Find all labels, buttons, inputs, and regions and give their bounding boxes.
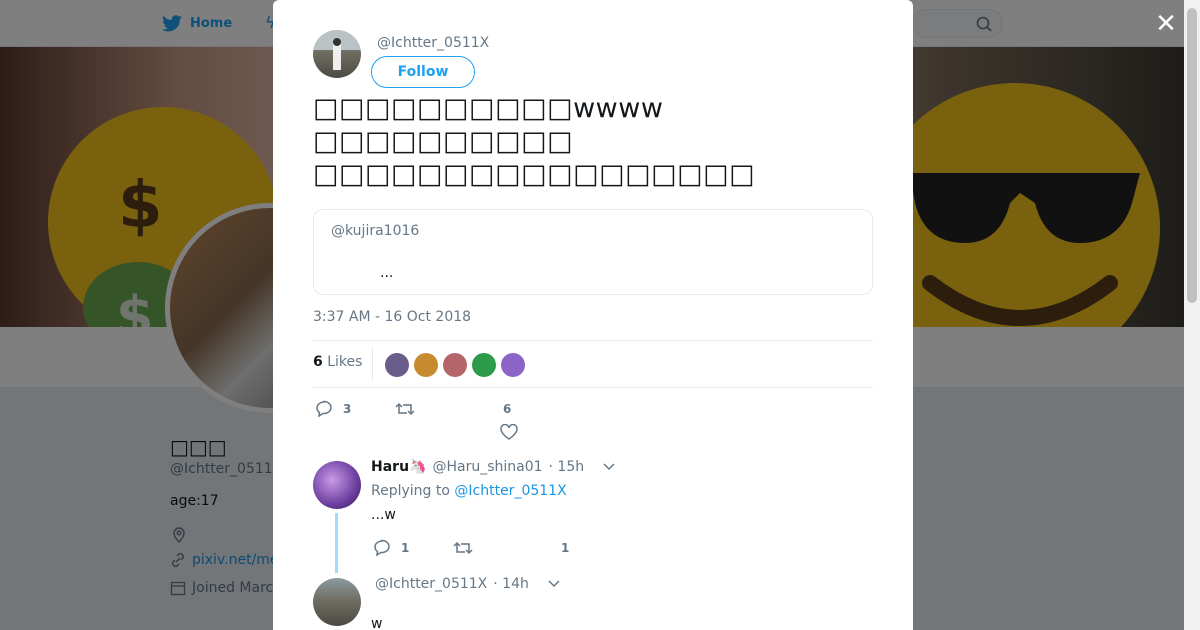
tweet-text-line: □□□□□□□□□□wwww	[313, 93, 664, 124]
reply-author-handle[interactable]: @Haru_shina01	[432, 459, 542, 475]
liker-avatar[interactable]	[472, 353, 496, 377]
reply-time[interactable]: · 14h	[493, 576, 529, 592]
reply-icon	[316, 400, 332, 418]
tweet-modal: @Ichtter_0511X Follow □□□□□□□□□□wwww □□□…	[273, 0, 913, 630]
reply-text: w	[371, 616, 383, 630]
likes-row: 6 Likes	[313, 340, 873, 388]
follow-button[interactable]: Follow	[371, 56, 475, 88]
replying-to-link[interactable]: @Ichtter_0511X	[454, 483, 566, 499]
thread-line	[335, 513, 338, 573]
page-scrollbar[interactable]	[1184, 0, 1200, 630]
tweet-actions: 3 6	[313, 398, 613, 446]
tweet-timestamp[interactable]: 3:37 AM - 16 Oct 2018	[313, 309, 471, 325]
reply-author-handle[interactable]: @Ichtter_0511X	[375, 576, 487, 592]
tweet-text-line: □□□□□□□□□□	[313, 126, 574, 157]
chevron-down-icon[interactable]	[547, 579, 561, 589]
reply-tweet[interactable]: @Ichtter_0511X · 14h w	[313, 576, 873, 630]
chevron-down-icon[interactable]	[602, 462, 616, 472]
retweet-icon	[395, 402, 415, 416]
quoted-tweet[interactable]: @kujira1016 ...	[313, 209, 873, 295]
replying-prefix: Replying to	[371, 483, 450, 499]
reply-author-avatar[interactable]	[313, 461, 361, 509]
tweet-text: □□□□□□□□□□wwww □□□□□□□□□□ □□□□□□□□□□□□□□…	[313, 92, 755, 191]
liker-avatar[interactable]	[385, 353, 409, 377]
liker-avatar[interactable]	[501, 353, 525, 377]
liker-avatars	[385, 353, 530, 377]
reply-tweet[interactable]: Haru🦄 @Haru_shina01 · 15h Replying to @I…	[313, 459, 873, 573]
scrollbar-thumb[interactable]	[1187, 8, 1197, 303]
likes-count[interactable]: 6 Likes	[313, 354, 362, 370]
retweet-icon	[453, 541, 473, 555]
tweet-text-line: □□□□□□□□□□□□□□□□□	[313, 159, 756, 190]
tweet-author-handle[interactable]: @Ichtter_0511X	[377, 35, 489, 51]
likes-number: 6	[313, 354, 323, 370]
reply-count: 3	[343, 402, 352, 416]
reply-reply-button[interactable]: 1	[373, 539, 409, 557]
reply-header: @Ichtter_0511X · 14h	[375, 576, 561, 592]
reply-author-name[interactable]: Haru🦄	[371, 459, 426, 475]
reply-header: Haru🦄 @Haru_shina01 · 15h	[371, 459, 616, 475]
close-icon[interactable]: ✕	[1154, 11, 1178, 37]
reply-reply-count: 1	[401, 541, 410, 555]
quoted-tweet-text: ...	[380, 265, 394, 281]
reply-time[interactable]: · 15h	[549, 459, 585, 475]
quoted-tweet-handle: @kujira1016	[331, 223, 420, 239]
retweet-button[interactable]	[395, 400, 415, 418]
reply-text: ...w	[371, 507, 396, 523]
reply-button[interactable]: 3	[315, 400, 351, 418]
heart-icon	[500, 424, 518, 440]
likes-divider	[372, 347, 373, 381]
reply-retweet-button[interactable]	[453, 539, 473, 557]
liker-avatar[interactable]	[443, 353, 467, 377]
likes-label: Likes	[327, 354, 363, 370]
like-count: 6	[503, 402, 512, 416]
tweet-author-avatar[interactable]	[313, 30, 361, 78]
reply-like-count: 1	[561, 541, 570, 555]
replying-to: Replying to @Ichtter_0511X	[371, 483, 567, 499]
like-button[interactable]	[500, 424, 518, 440]
reply-icon	[374, 539, 390, 557]
reply-author-avatar[interactable]	[313, 578, 361, 626]
liker-avatar[interactable]	[414, 353, 438, 377]
